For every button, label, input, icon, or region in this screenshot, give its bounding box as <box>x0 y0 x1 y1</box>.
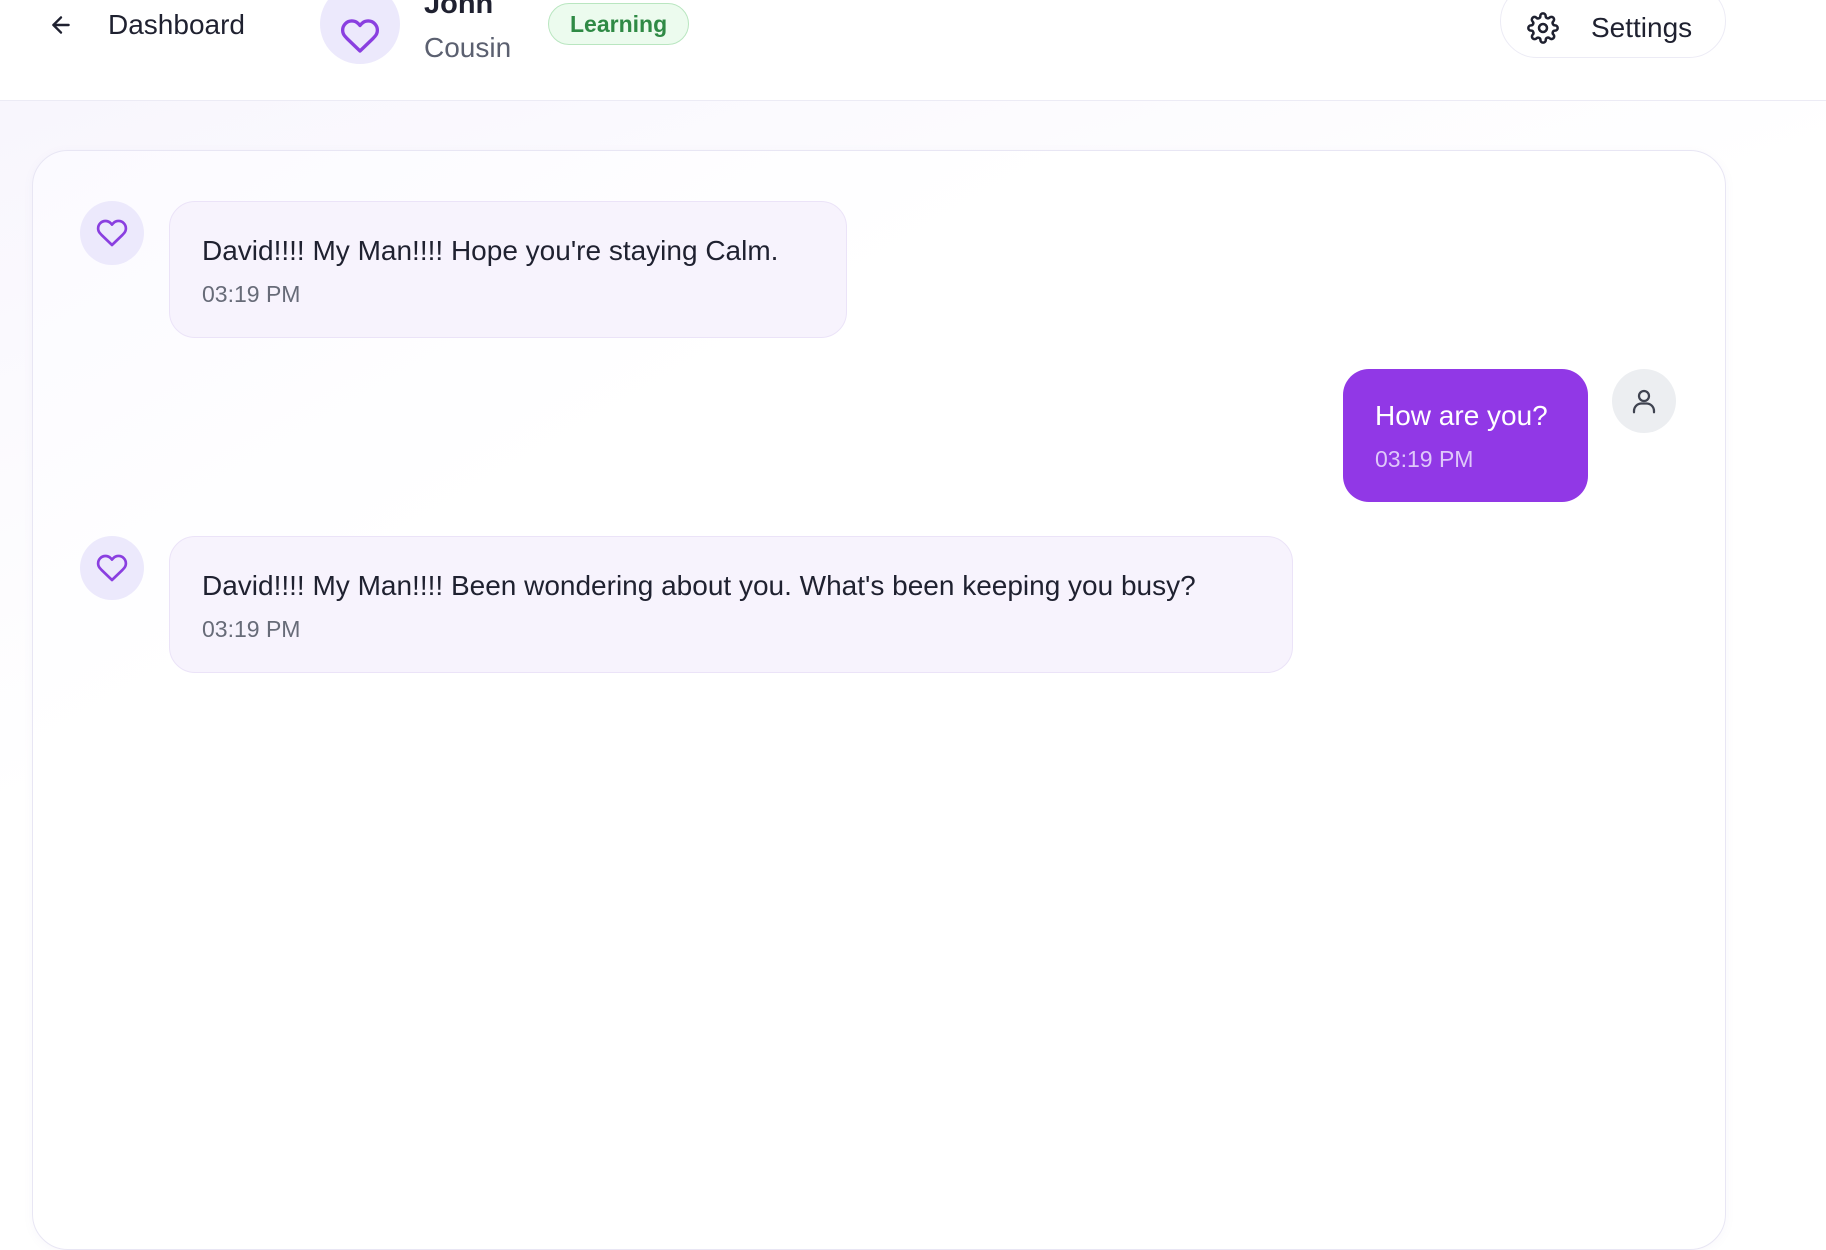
contact-name: John <box>424 0 494 20</box>
arrow-left-icon <box>48 12 74 38</box>
contact-message-avatar <box>80 201 144 265</box>
back-label: Dashboard <box>108 9 245 40</box>
chat-panel[interactable]: David!!!! My Man!!!! Hope you're staying… <box>32 150 1726 1250</box>
contact-avatar <box>320 0 400 64</box>
contact-message-avatar <box>80 536 144 600</box>
heart-icon <box>96 552 128 584</box>
settings-label: Settings <box>1591 12 1693 43</box>
incoming-message-bubble: David!!!! My Man!!!! Hope you're staying… <box>169 201 847 338</box>
message-timestamp: 03:19 PM <box>1375 446 1474 472</box>
back-to-dashboard-button[interactable]: Dashboard <box>48 0 245 50</box>
user-icon <box>1629 386 1659 416</box>
top-bar: Dashboard John Cousin Learning Settings <box>0 0 1826 101</box>
contact-relation: Cousin <box>424 32 512 63</box>
outgoing-message-bubble: How are you? 03:19 PM <box>1343 369 1588 502</box>
message-text: David!!!! My Man!!!! Been wondering abou… <box>202 570 1196 601</box>
gear-icon <box>1527 12 1559 44</box>
message-text: How are you? <box>1375 400 1548 431</box>
heart-icon <box>340 16 380 56</box>
message-timestamp: 03:19 PM <box>202 616 301 642</box>
message-text: David!!!! My Man!!!! Hope you're staying… <box>202 235 779 266</box>
settings-button[interactable]: Settings <box>1500 0 1726 58</box>
user-message-avatar <box>1612 369 1676 433</box>
heart-icon <box>96 217 128 249</box>
message-timestamp: 03:19 PM <box>202 281 301 307</box>
incoming-message-bubble: David!!!! My Man!!!! Been wondering abou… <box>169 536 1293 673</box>
status-badge: Learning <box>548 3 690 45</box>
